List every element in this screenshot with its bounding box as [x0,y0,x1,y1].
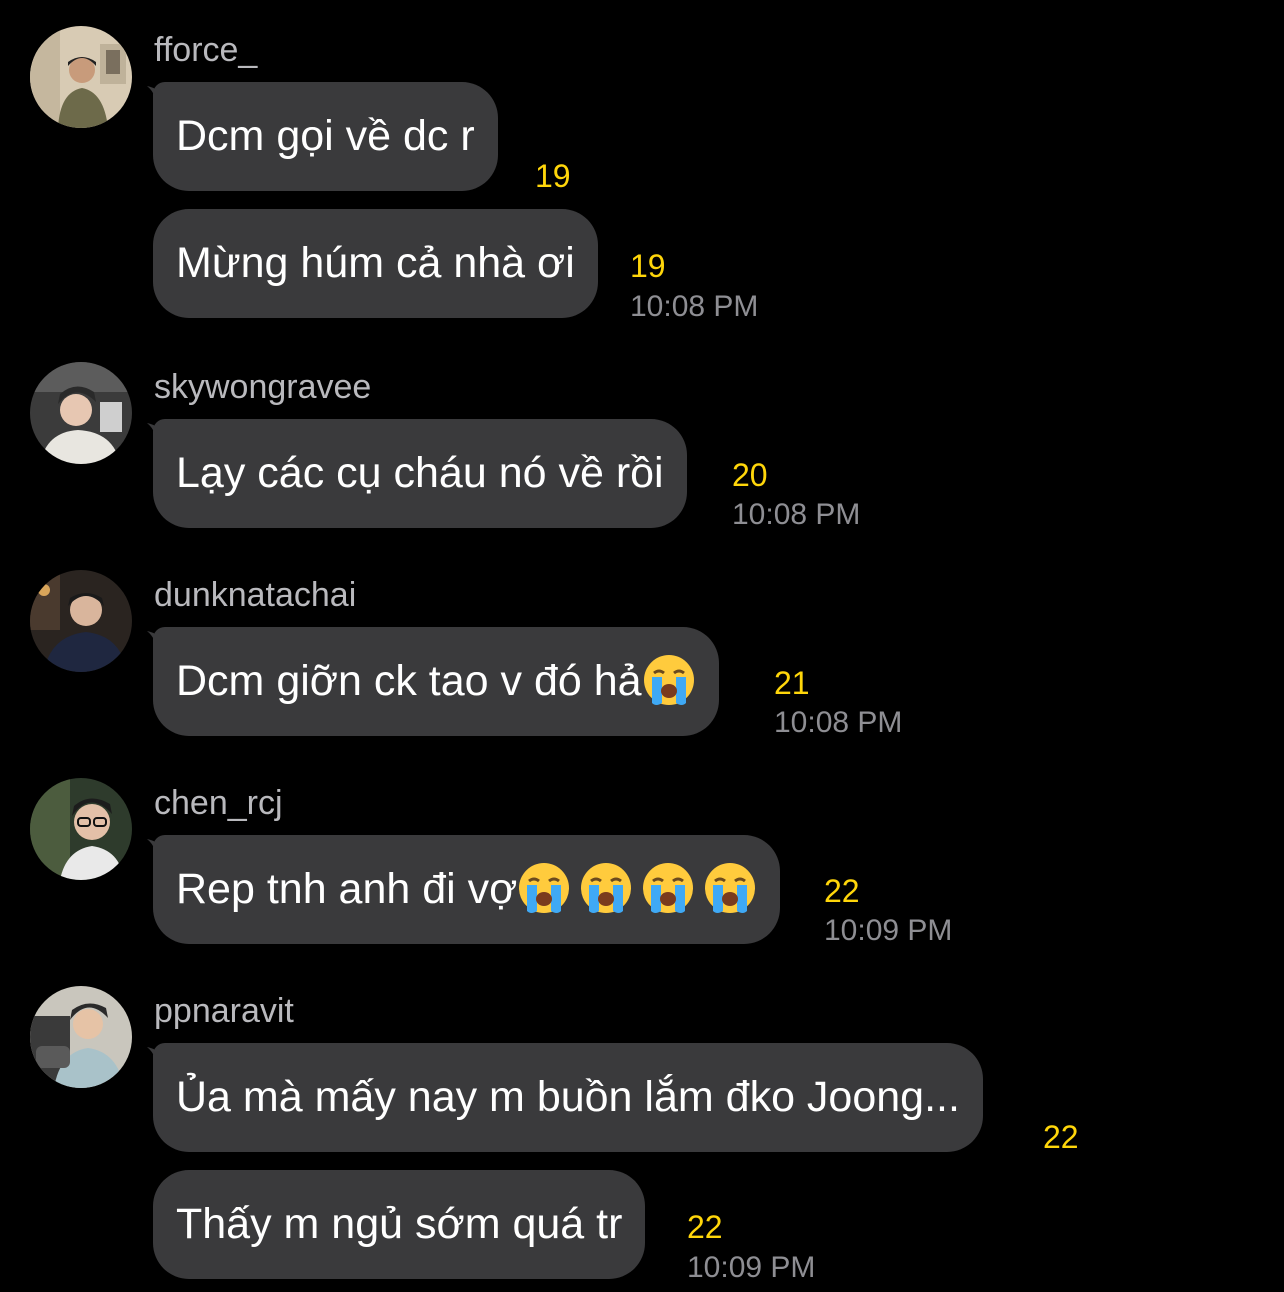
avatar[interactable] [30,570,132,672]
avatar[interactable] [30,26,132,128]
profile-photo-icon [30,986,132,1088]
message-bubble[interactable]: Lạy các cụ cháu nó về rồi [153,419,687,528]
loudly-crying-face-icon [641,861,695,915]
message-bubble[interactable]: Rep tnh anh đi vợ [153,835,781,944]
message-text: Thấy m ngủ sớm quá tr [176,1200,623,1248]
message-bubble[interactable]: Mừng húm cả nhà ơi [153,209,598,318]
message-count: 22 [1043,1119,1079,1155]
message-timestamp: 10:08 PM [774,706,903,739]
message-count: 19 [535,158,571,194]
username[interactable]: chen_rcj [154,783,283,823]
message-text: Lạy các cụ cháu nó về rồi [176,449,664,497]
message-text: Dcm giỡn ck tao v đó hả [176,657,642,705]
profile-photo-icon [30,778,132,880]
username[interactable]: dunknatachai [154,575,356,615]
loudly-crying-face-icon [703,861,757,915]
message-bubble[interactable]: Thấy m ngủ sớm quá tr [153,1170,646,1279]
loudly-crying-face-icon [642,653,696,707]
message-bubble[interactable]: Dcm giỡn ck tao v đó hả [153,627,719,736]
loudly-crying-face-icon [579,861,633,915]
avatar[interactable] [30,778,132,880]
message-text: Rep tnh anh đi vợ [176,865,518,913]
message-text: Mừng húm cả nhà ơi [176,239,575,287]
username[interactable]: skywongravee [154,367,371,407]
message-bubble[interactable]: Dcm gọi về dc r [153,82,498,191]
profile-photo-icon [30,362,132,464]
profile-photo-icon [30,570,132,672]
profile-photo-icon [30,26,132,128]
message-count: 19 [630,248,666,284]
message-text: Dcm gọi về dc r [176,112,475,160]
username[interactable]: fforce_ [154,30,257,70]
username[interactable]: ppnaravit [154,991,294,1031]
message-timestamp: 10:08 PM [630,290,759,323]
message-count: 21 [774,665,810,701]
chat-thread: fforce_ Dcm gọi về dc r 19 Mừng húm cả n… [0,0,1284,1292]
avatar[interactable] [30,362,132,464]
message-text: Ủa mà mấy nay m buồn lắm đko Joong... [176,1073,960,1121]
message-timestamp: 10:08 PM [732,498,861,531]
avatar[interactable] [30,986,132,1088]
message-timestamp: 10:09 PM [824,914,953,947]
message-count: 22 [687,1209,723,1245]
message-bubble[interactable]: Ủa mà mấy nay m buồn lắm đko Joong... [153,1043,983,1152]
loudly-crying-face-icon [517,861,571,915]
message-count: 20 [732,457,768,493]
message-timestamp: 10:09 PM [687,1251,816,1284]
message-count: 22 [824,873,860,909]
